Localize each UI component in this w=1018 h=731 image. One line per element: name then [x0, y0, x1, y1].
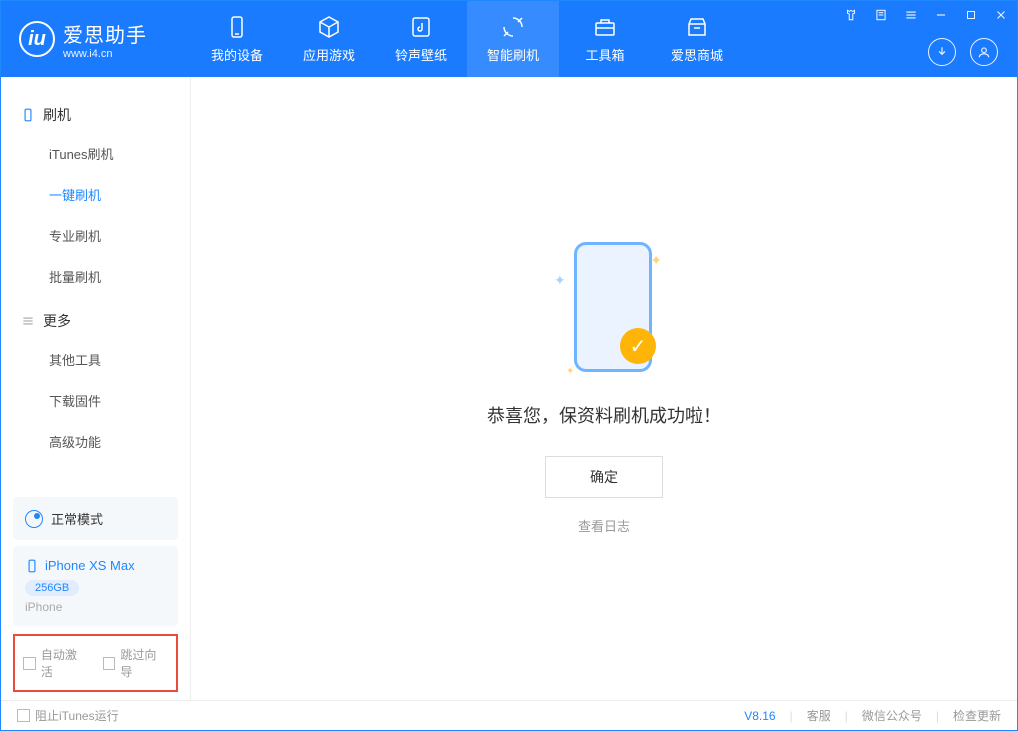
- sidebar-item-advanced[interactable]: 高级功能: [21, 421, 170, 462]
- menu-icon[interactable]: [900, 4, 922, 26]
- sidebar-item-itunes[interactable]: iTunes刷机: [21, 133, 170, 174]
- checkbox-icon: [17, 709, 30, 722]
- mode-card[interactable]: 正常模式: [13, 497, 178, 540]
- sparkle-icon: ✦: [650, 252, 662, 269]
- nav-label: 爱思商城: [671, 45, 723, 64]
- nav-toolbox[interactable]: 工具箱: [559, 1, 651, 77]
- checkbox-icon: [23, 657, 36, 670]
- device-icon: [25, 559, 39, 573]
- close-button[interactable]: [990, 4, 1012, 26]
- nav-flash[interactable]: 智能刷机: [467, 1, 559, 77]
- group-title: 刷机: [43, 105, 71, 125]
- device-name-label: iPhone XS Max: [45, 558, 135, 573]
- nav-apps[interactable]: 应用游戏: [283, 1, 375, 77]
- device-icon: [225, 15, 249, 39]
- maximize-button[interactable]: [960, 4, 982, 26]
- footer-link-wechat[interactable]: 微信公众号: [862, 707, 922, 724]
- sidebar-group-more[interactable]: 更多: [21, 303, 170, 339]
- checkbox-auto-activate[interactable]: 自动激活: [23, 646, 89, 680]
- sidebar: 刷机 iTunes刷机 一键刷机 专业刷机 批量刷机 更多 其他工具 下载固件 …: [1, 77, 191, 700]
- checkbox-block-itunes[interactable]: 阻止iTunes运行: [17, 707, 119, 724]
- footer: 阻止iTunes运行 V8.16 | 客服 | 微信公众号 | 检查更新: [1, 700, 1017, 730]
- group-title: 更多: [43, 311, 71, 331]
- footer-link-update[interactable]: 检查更新: [953, 707, 1001, 724]
- logo-icon: iu: [19, 21, 55, 57]
- nav-label: 应用游戏: [303, 45, 355, 64]
- mode-icon: [25, 510, 43, 528]
- device-type: iPhone: [25, 600, 166, 614]
- check-icon: ✓: [620, 328, 656, 364]
- brand-site: www.i4.cn: [63, 48, 147, 60]
- sidebar-item-oneclick[interactable]: 一键刷机: [21, 174, 170, 215]
- header-right: [928, 38, 998, 66]
- nav-label: 工具箱: [585, 45, 624, 64]
- brand-name: 爱思助手: [63, 19, 147, 48]
- mode-label: 正常模式: [51, 509, 103, 528]
- device-card[interactable]: iPhone XS Max 256GB iPhone: [13, 546, 178, 626]
- success-illustration: ✦ ✦ ✦ ✓: [544, 242, 664, 382]
- user-button[interactable]: [970, 38, 998, 66]
- sidebar-item-other[interactable]: 其他工具: [21, 339, 170, 380]
- success-message: 恭喜您，保资料刷机成功啦！: [487, 402, 721, 428]
- list-icon: [21, 314, 35, 328]
- minimize-button[interactable]: [930, 4, 952, 26]
- window-controls: [840, 4, 1012, 26]
- top-nav: 我的设备 应用游戏 铃声壁纸 智能刷机 工具箱 爱思商城: [191, 1, 743, 77]
- sidebar-item-firmware[interactable]: 下载固件: [21, 380, 170, 421]
- nav-my-device[interactable]: 我的设备: [191, 1, 283, 77]
- sidebar-item-pro[interactable]: 专业刷机: [21, 215, 170, 256]
- cube-icon: [317, 15, 341, 39]
- header: iu 爱思助手 www.i4.cn 我的设备 应用游戏 铃声壁纸 智能刷机 工具…: [1, 1, 1017, 77]
- store-icon: [685, 15, 709, 39]
- checkbox-highlight: 自动激活 跳过向导: [13, 634, 178, 692]
- storage-badge: 256GB: [25, 580, 79, 596]
- nav-store[interactable]: 爱思商城: [651, 1, 743, 77]
- checkbox-label: 跳过向导: [120, 646, 168, 680]
- sidebar-group-flash[interactable]: 刷机: [21, 97, 170, 133]
- notes-icon[interactable]: [870, 4, 892, 26]
- nav-label: 我的设备: [211, 45, 263, 64]
- download-button[interactable]: [928, 38, 956, 66]
- main-content: ✦ ✦ ✦ ✓ 恭喜您，保资料刷机成功啦！ 确定 查看日志: [191, 77, 1017, 700]
- checkbox-label: 自动激活: [41, 646, 89, 680]
- checkbox-icon: [103, 657, 116, 670]
- phone-icon: [21, 108, 35, 122]
- nav-label: 智能刷机: [487, 45, 539, 64]
- sidebar-item-batch[interactable]: 批量刷机: [21, 256, 170, 297]
- checkbox-skip-guide[interactable]: 跳过向导: [103, 646, 169, 680]
- view-log-link[interactable]: 查看日志: [578, 516, 630, 535]
- ok-button[interactable]: 确定: [545, 456, 663, 498]
- checkbox-label: 阻止iTunes运行: [35, 707, 119, 724]
- logo[interactable]: iu 爱思助手 www.i4.cn: [1, 19, 191, 60]
- sparkle-icon: ✦: [566, 366, 574, 377]
- refresh-icon: [501, 15, 525, 39]
- footer-link-support[interactable]: 客服: [807, 707, 831, 724]
- nav-ringtones[interactable]: 铃声壁纸: [375, 1, 467, 77]
- version-label: V8.16: [744, 709, 775, 723]
- music-icon: [409, 15, 433, 39]
- shirt-icon[interactable]: [840, 4, 862, 26]
- sparkle-icon: ✦: [554, 272, 566, 289]
- nav-label: 铃声壁纸: [395, 45, 447, 64]
- toolbox-icon: [593, 15, 617, 39]
